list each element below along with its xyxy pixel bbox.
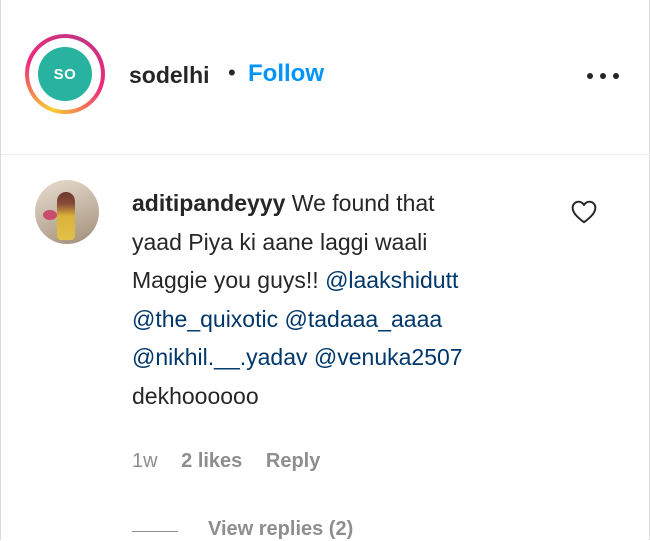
more-options-icon[interactable]	[587, 68, 619, 84]
mention-link[interactable]: @nikhil.__.yadav	[132, 344, 308, 370]
mention-link[interactable]: @tadaaa_aaaa	[285, 306, 443, 332]
reply-button[interactable]: Reply	[266, 450, 320, 472]
view-replies-button[interactable]: View replies (2)	[208, 518, 353, 541]
comment-time: 1w	[132, 450, 158, 472]
heart-icon[interactable]	[571, 200, 597, 224]
sodelhi-logo: SO	[38, 47, 92, 101]
separator-dot: •	[228, 60, 236, 85]
comment-text-line: We found that	[291, 190, 435, 216]
mention-link[interactable]: @the_quixotic	[132, 306, 278, 332]
comment-body: aditipandeyyy We found that yaad Piya ki…	[132, 184, 552, 415]
comment-closing-text: dekhoooooo	[132, 382, 259, 409]
mention-link[interactable]: @laakshidutt	[325, 267, 458, 293]
likes-count[interactable]: 2 likes	[181, 450, 242, 472]
replies-divider	[132, 531, 178, 532]
mention-link[interactable]: @venuka2507	[314, 344, 463, 370]
post-username[interactable]: sodelhi	[129, 62, 210, 89]
comment-text-line: Maggie you guys!!	[132, 267, 319, 293]
comment-meta: 1w 2 likes Reply	[132, 450, 338, 473]
profile-avatar[interactable]: SO	[25, 34, 105, 114]
post-header: SO sodelhi • Follow	[1, 0, 650, 155]
post-comments-panel: SO sodelhi • Follow aditipandeyyy We fou…	[0, 0, 650, 540]
follow-button[interactable]: Follow	[248, 60, 324, 88]
comment-text-line: yaad Piya ki aane laggi waali	[132, 228, 428, 255]
logo-text: SO	[53, 65, 77, 83]
commenter-avatar[interactable]	[35, 180, 99, 244]
comment-username[interactable]: aditipandeyyy	[132, 190, 285, 216]
